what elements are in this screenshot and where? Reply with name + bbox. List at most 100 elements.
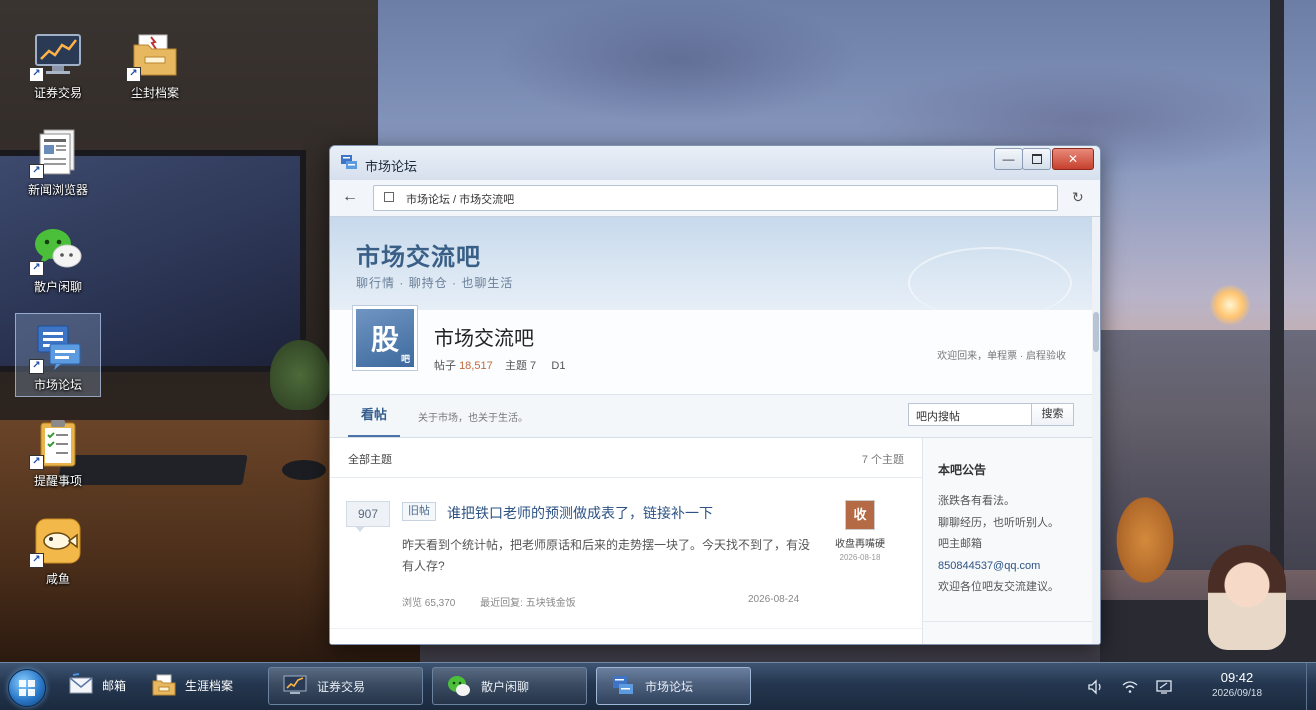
- posts-count: 18,517: [459, 360, 493, 372]
- wechat-chat-icon: [448, 676, 470, 696]
- archive-folder-icon: [152, 674, 176, 696]
- desktop-icon-retail-chat[interactable]: ↗ 散户闲聊: [15, 224, 101, 295]
- search-button[interactable]: 搜索: [1031, 403, 1074, 426]
- forum-tabs: 看帖 关于市场，也关于生活。 吧内搜帖 搜索: [330, 395, 1092, 438]
- topic-list: 全部主题 7 个主题 907 旧帖 谁把铁口老师的预测做成表了，链接补一下 昨天…: [330, 438, 923, 644]
- quicklaunch-career-archive[interactable]: 生涯档案: [151, 673, 233, 697]
- taskbar-clock[interactable]: 09:42 2026/09/18: [1200, 670, 1274, 699]
- volume-icon[interactable]: [1086, 677, 1106, 697]
- forum-header: 股吧 市场交流吧 帖子 18,517 主题 7 D1 欢迎回来，单程票 · 启程…: [330, 305, 1092, 395]
- shortcut-arrow-icon: ↗: [29, 553, 44, 568]
- taskbar-item-label: 散户闲聊: [481, 679, 530, 694]
- post-title-link[interactable]: 谁把铁口老师的预测做成表了，链接补一下: [447, 503, 713, 523]
- window-titlebar[interactable]: 市场论坛 — ✕: [330, 146, 1100, 180]
- sidebar-divider: [923, 621, 1092, 622]
- avatar[interactable]: 收: [845, 500, 875, 530]
- shortcut-arrow-icon: ↗: [29, 67, 44, 82]
- desktop-icon-label: 新闻浏览器: [27, 183, 88, 197]
- post-meta: 浏览 65,370 最近回复: 五块钱金饭: [402, 594, 598, 609]
- forum-logo: 股吧: [352, 305, 418, 371]
- shortcut-arrow-icon: ↗: [29, 164, 44, 179]
- reload-icon[interactable]: ↻: [1072, 189, 1084, 206]
- announcement-title: 本吧公告: [938, 463, 987, 477]
- view-count: 浏览 65,370: [402, 598, 456, 609]
- post-author[interactable]: 收 收盘再嘴硬 2026-08-18: [830, 500, 890, 562]
- taskbar-item-label: 证券交易: [317, 679, 366, 694]
- back-arrow-icon[interactable]: ←: [342, 188, 358, 206]
- topics-count: 7: [530, 360, 537, 372]
- show-desktop-button[interactable]: [1306, 663, 1316, 710]
- shortcut-arrow-icon: ↗: [29, 261, 44, 276]
- taskbar-item-retail-chat[interactable]: 散户闲聊: [432, 667, 587, 705]
- address-bar[interactable]: 市场论坛 / 市场交流吧: [373, 185, 1058, 211]
- desktop-icon-dusty-archive[interactable]: ↗ 尘封档案: [112, 30, 198, 101]
- desktop-icon-label: 市场论坛: [33, 378, 82, 392]
- wifi-icon[interactable]: [1120, 677, 1140, 697]
- banner-title: 市场交流吧: [356, 244, 481, 271]
- banner-tagline: 聊行情 · 聊持仓 · 也聊生活: [356, 276, 514, 290]
- forum-search-input[interactable]: 吧内搜帖: [908, 403, 1032, 426]
- last-reply: 最近回复: 五块钱金饭: [480, 598, 576, 609]
- address-text: 市场论坛 / 市场交流吧: [406, 194, 515, 206]
- posts-label: 帖子: [434, 360, 456, 372]
- wallpaper-mouse: [282, 460, 326, 480]
- desktop-icon-label: 散户闲聊: [33, 280, 82, 294]
- desktop-icon-market-forum[interactable]: ↗ 市场论坛: [15, 313, 101, 397]
- clock-date: 2026/09/18: [1211, 688, 1263, 699]
- close-button[interactable]: ✕: [1052, 148, 1094, 170]
- old-post-badge: 旧帖: [402, 502, 436, 521]
- forum-description: 关于市场，也关于生活。: [418, 413, 528, 424]
- author-name[interactable]: 收盘再嘴硬: [830, 535, 890, 550]
- desktop-icon-label: 咸鱼: [45, 572, 70, 586]
- desktop-icon-label: 提醒事项: [33, 474, 82, 488]
- tab-view-posts[interactable]: 看帖: [348, 395, 400, 437]
- navigation-bar: ← 市场论坛 / 市场交流吧 ↻: [330, 180, 1100, 217]
- close-icon: ✕: [1067, 152, 1079, 166]
- quicklaunch-mail[interactable]: 邮箱: [68, 673, 126, 697]
- window-title: 市场论坛: [365, 159, 418, 174]
- display-icon[interactable]: [1154, 677, 1174, 697]
- post-date: 2026-08-24: [748, 594, 800, 605]
- taskbar-item-label: 市场论坛: [645, 679, 694, 694]
- welcome-text: 欢迎回来，单程票 · 启程验收: [937, 351, 1066, 362]
- taskbar-item-market-forum[interactable]: 市场论坛: [596, 667, 751, 705]
- forum-banner: 市场交流吧 聊行情 · 聊持仓 · 也聊生活: [330, 217, 1092, 319]
- announcement-body: 涨跌各有看法。 聊聊经历，也听听别人。 吧主邮箱 850844537@qq.co…: [938, 491, 1059, 599]
- shortcut-arrow-icon: ↗: [29, 359, 44, 374]
- shortcut-arrow-icon: ↗: [29, 455, 44, 470]
- banner-decoration: [908, 247, 1072, 319]
- desktop-icon-stock-trading[interactable]: ↗ 证券交易: [15, 30, 101, 101]
- announcement-line: 吧主邮箱: [938, 538, 982, 550]
- desktop-icon-xianyu[interactable]: ↗ 咸鱼: [15, 516, 101, 587]
- forum-window: 市场论坛 — ✕ ← 市场论坛 / 市场交流吧 ↻ 市场交流吧 聊行情 · 聊持…: [329, 145, 1101, 645]
- reply-count: 907: [346, 501, 390, 532]
- announcement-line: 欢迎各位吧友交流建议。: [938, 581, 1059, 593]
- topics-label: 主题: [504, 360, 527, 372]
- desktop-icon-label: 尘封档案: [130, 86, 179, 100]
- moderator-email[interactable]: 850844537@qq.com: [938, 556, 1059, 578]
- wallpaper-sun: [1210, 285, 1250, 325]
- start-button[interactable]: [8, 669, 46, 707]
- list-item[interactable]: 907 旧帖 谁把铁口老师的预测做成表了，链接补一下 昨天看到个统计帖，把老师原…: [330, 478, 922, 629]
- stock-chart-icon: [283, 675, 307, 694]
- quicklaunch-label: 邮箱: [102, 678, 127, 693]
- shortcut-arrow-icon: ↗: [126, 67, 141, 82]
- minimize-icon: —: [1002, 152, 1015, 166]
- desktop-icon-reminders[interactable]: ↗ 提醒事项: [15, 418, 101, 489]
- announcement-line: 聊聊经历，也听听别人。: [938, 516, 1059, 529]
- forum-page: 市场交流吧 聊行情 · 聊持仓 · 也聊生活 股吧 市场交流吧 帖子 18,51…: [330, 217, 1100, 644]
- minimize-button[interactable]: —: [994, 148, 1023, 170]
- maximize-button[interactable]: [1022, 148, 1051, 170]
- announcement-sidebar: 本吧公告 涨跌各有看法。 聊聊经历，也听听别人。 吧主邮箱 850844537@…: [923, 438, 1092, 644]
- wallpaper-doll: [1208, 545, 1286, 650]
- forum-stats: 帖子 18,517 主题 7 D1: [434, 357, 565, 373]
- post-excerpt: 昨天看到个统计帖，把老师原话和后来的走势摆一块了。今天找不到了，有没有人存?: [402, 538, 811, 573]
- wallpaper-plant: [270, 340, 330, 410]
- taskbar-item-stock-trading[interactable]: 证券交易: [268, 667, 423, 705]
- page-scrollbar[interactable]: [1092, 217, 1100, 644]
- quicklaunch-label: 生涯档案: [185, 678, 234, 693]
- desktop-icon-news-browser[interactable]: ↗ 新闻浏览器: [15, 127, 101, 198]
- all-topics-label: 全部主题: [348, 454, 392, 466]
- scrollbar-thumb[interactable]: [1093, 312, 1099, 352]
- page-icon: [384, 192, 394, 202]
